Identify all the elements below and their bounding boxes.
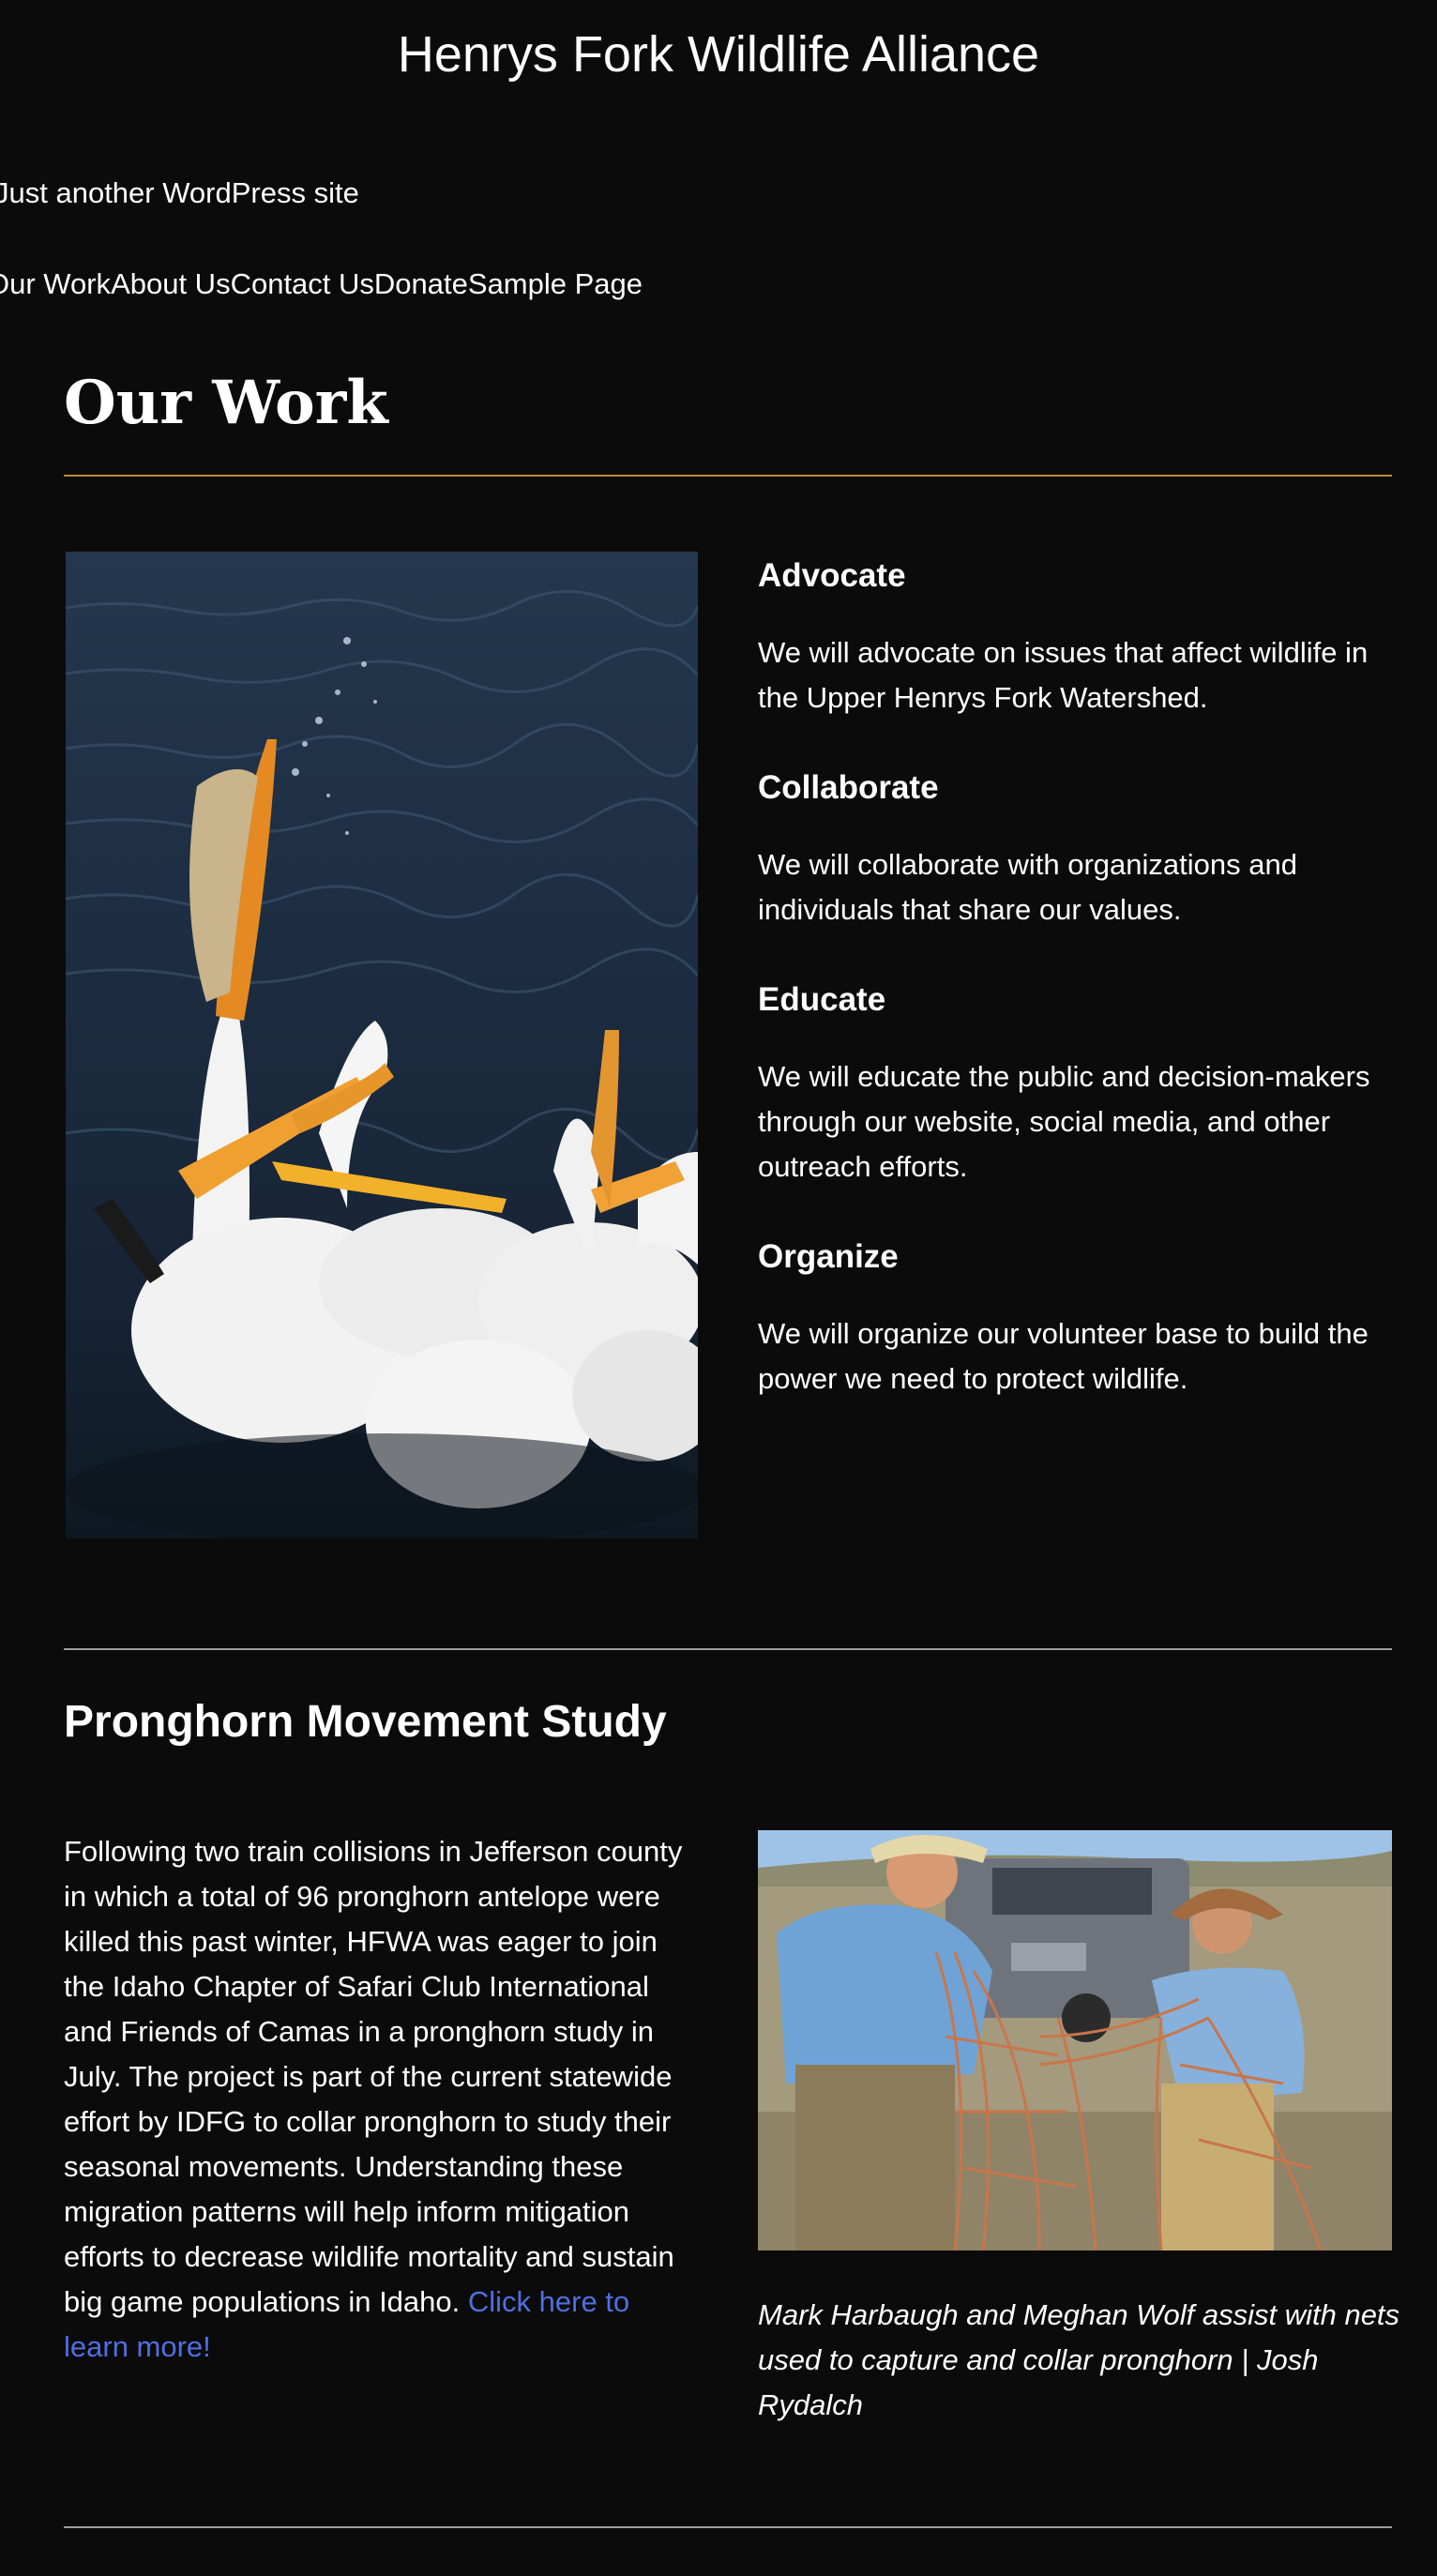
site-tagline: Just another WordPress site [0, 176, 359, 209]
nav-item-sample-page[interactable]: Sample Page [468, 265, 643, 303]
pillar-heading-educate: Educate [758, 981, 886, 1018]
page-title: Our Work [64, 368, 388, 438]
pillar-heading-organize: Organize [758, 1238, 899, 1275]
pillars-list: Advocate We will advocate on issues that… [758, 553, 1405, 1447]
study-heading: Pronghorn Movement Study [64, 1697, 667, 1747]
nav-item-our-work[interactable]: Our Work [0, 265, 111, 303]
main-navigation: Our Work About Us Contact Us Donate Samp… [0, 265, 643, 303]
pillar-text-advocate: We will advocate on issues that affect w… [758, 636, 1369, 714]
pronghorn-study-photo [758, 1830, 1392, 2250]
section-divider [64, 1648, 1392, 1650]
title-divider [64, 475, 1392, 477]
nav-item-contact-us[interactable]: Contact Us [231, 265, 374, 303]
pillar-text-organize: We will organize our volunteer base to b… [758, 1317, 1369, 1395]
nav-item-about-us[interactable]: About Us [111, 265, 231, 303]
study-body-text: Following two train collisions in Jeffer… [64, 1835, 683, 2318]
pillar-heading-advocate: Advocate [758, 557, 906, 594]
footer-divider [64, 2526, 1392, 2528]
photo-caption: Mark Harbaugh and Meghan Wolf assist wit… [758, 2298, 1400, 2421]
pelicans-photo [66, 552, 698, 1538]
study-body: Following two train collisions in Jeffer… [64, 1829, 702, 2370]
pillar-text-educate: We will educate the public and decision-… [758, 1060, 1370, 1183]
pillar-heading-collaborate: Collaborate [758, 769, 939, 806]
pillar-text-collaborate: We will collaborate with organizations a… [758, 848, 1297, 926]
nav-item-donate[interactable]: Donate [374, 265, 468, 303]
site-title[interactable]: Henrys Fork Wildlife Alliance [0, 23, 1437, 86]
